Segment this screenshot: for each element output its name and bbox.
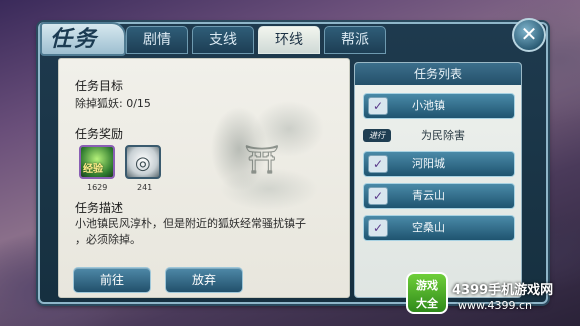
sub-quest-label: 为民除害 bbox=[421, 129, 465, 142]
watermark-url: www.4399.cn bbox=[458, 299, 532, 312]
quest-item-kongsang[interactable]: ✓ 空桑山 bbox=[363, 215, 515, 241]
goal-heading: 任务目标 bbox=[75, 79, 124, 93]
desc-line-2: ，必须除掉。 bbox=[75, 233, 141, 246]
pagoda-icon: ⛩ bbox=[244, 143, 280, 176]
quest-item-heyang[interactable]: ✓ 河阳城 bbox=[363, 151, 515, 177]
tab-side[interactable]: 支线 bbox=[192, 26, 254, 54]
sub-quest-item[interactable]: 进行 为民除害 bbox=[363, 129, 515, 145]
quest-list-header: 任务列表 bbox=[355, 63, 521, 85]
abandon-button[interactable]: 放弃 bbox=[165, 267, 243, 293]
reward-heading: 任务奖励 bbox=[75, 127, 124, 141]
tab-bar: 剧情 支线 环线 帮派 bbox=[126, 26, 386, 56]
reward-silver[interactable]: ◎ bbox=[125, 145, 161, 179]
check-icon: ✓ bbox=[368, 97, 388, 115]
reward-exp[interactable]: 经验 bbox=[79, 145, 115, 179]
quest-item-label: 小池镇 bbox=[412, 99, 445, 112]
close-button[interactable]: ✕ bbox=[512, 18, 546, 52]
goal-text: 除掉狐妖: 0/15 bbox=[75, 97, 151, 110]
task-detail-panel: ⛩ 任务目标 除掉狐妖: 0/15 任务奖励 经验 1629 ◎ 241 任务描… bbox=[58, 58, 350, 298]
tab-story[interactable]: 剧情 bbox=[126, 26, 188, 54]
watermark-logo-line2: 大全 bbox=[416, 297, 438, 310]
reward-exp-count: 1629 bbox=[87, 183, 108, 192]
silver-coin-icon: ◎ bbox=[135, 153, 151, 174]
desc-line-1: 小池镇民风淳朴，但是附近的狐妖经常骚扰镇子 bbox=[75, 217, 306, 230]
quest-item-label: 青云山 bbox=[412, 189, 445, 202]
tab-loop[interactable]: 环线 bbox=[258, 26, 320, 54]
reward-exp-label: 经验 bbox=[83, 164, 103, 175]
tab-guild[interactable]: 帮派 bbox=[324, 26, 386, 54]
watermark-title: 4399手机游戏网 bbox=[452, 283, 554, 298]
quest-item-xiaochi[interactable]: ✓ 小池镇 bbox=[363, 93, 515, 119]
quest-item-label: 河阳城 bbox=[412, 157, 445, 170]
quest-item-label: 空桑山 bbox=[412, 221, 445, 234]
window-title: 任务 bbox=[40, 22, 126, 56]
quest-item-qingyun[interactable]: ✓ 青云山 bbox=[363, 183, 515, 209]
watermark-logo: 游戏 大全 bbox=[406, 272, 448, 314]
check-icon: ✓ bbox=[368, 155, 388, 173]
close-icon: ✕ bbox=[520, 22, 538, 46]
watermark-logo-line1: 游戏 bbox=[416, 279, 438, 292]
in-progress-badge: 进行 bbox=[363, 129, 391, 142]
quest-list: 任务列表 ✓ 小池镇 进行 为民除害 ✓ 河阳城 ✓ 青云山 ✓ 空桑山 bbox=[354, 62, 522, 298]
go-button[interactable]: 前往 bbox=[73, 267, 151, 293]
reward-silver-count: 241 bbox=[137, 183, 153, 192]
check-icon: ✓ bbox=[368, 187, 388, 205]
desc-heading: 任务描述 bbox=[75, 201, 124, 215]
check-icon: ✓ bbox=[368, 219, 388, 237]
